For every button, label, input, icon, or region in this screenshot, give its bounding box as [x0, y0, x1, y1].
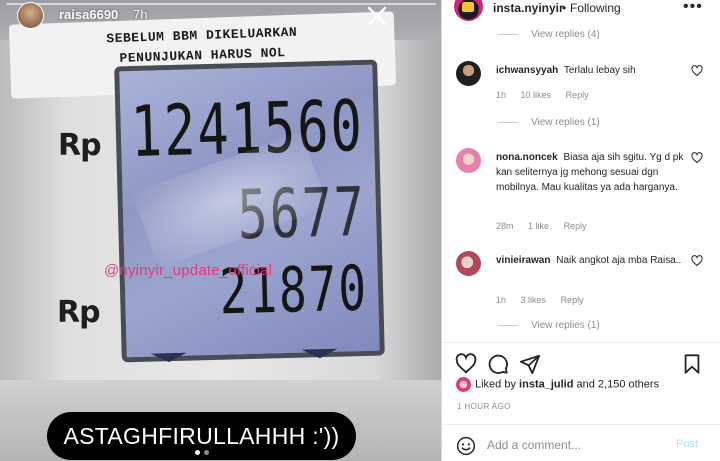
comment-reply-button[interactable]: Reply	[561, 295, 584, 305]
comment-reply-button[interactable]: Reply	[566, 90, 589, 100]
comment-time: 28m	[496, 221, 514, 231]
following-button[interactable]: Following	[570, 1, 621, 15]
post-author-avatar[interactable]	[454, 0, 483, 21]
comment-username[interactable]: vinieirawan	[496, 255, 550, 266]
post-timestamp: 1 HOUR AGO	[457, 402, 511, 411]
header-separator: •	[562, 1, 567, 15]
lcd-indicator-left	[150, 352, 187, 363]
comment-body: Naik angkot aja mba Raisa..	[556, 255, 682, 266]
close-icon[interactable]	[365, 4, 389, 28]
view-replies-button[interactable]: View replies (1)	[499, 117, 600, 128]
story-page-dot-active	[195, 450, 200, 455]
liked-by-summary: Liked by insta_julid and 2,150 others	[456, 377, 659, 392]
view-replies-button[interactable]: View replies (4)	[499, 29, 600, 40]
post-comment-button[interactable]: Post	[676, 438, 698, 450]
share-icon[interactable]	[519, 353, 541, 375]
heart-icon[interactable]	[691, 255, 703, 267]
heart-icon[interactable]	[691, 65, 703, 77]
rp-label-price: Rp	[58, 128, 102, 163]
rp-label-total: Rp	[57, 295, 101, 330]
liked-by-prefix: Liked by	[475, 378, 516, 391]
liked-by-suffix[interactable]: and 2,150 others	[577, 378, 660, 390]
comment-time: 1h	[496, 295, 507, 305]
comments-list[interactable]: View replies (4) ichwansyyah Terlalu leb…	[443, 24, 720, 342]
avatar-logo-icon	[462, 2, 474, 12]
comment-meta: 1h 3 likes Reply	[496, 295, 596, 305]
add-comment-bar: Post	[443, 424, 720, 461]
comment-likes[interactable]: 10 likes	[521, 90, 552, 100]
comment-text: nona.noncek Biasa aja sih sgitu. Yg d pk…	[496, 150, 684, 195]
comment-text: vinieirawan Naik angkot aja mba Raisa..	[496, 253, 684, 268]
comment-username[interactable]: nona.noncek	[496, 152, 558, 163]
post-side-pane: insta.nyinyir • Following ••• View repli…	[443, 0, 720, 461]
comment-icon[interactable]	[487, 353, 509, 375]
comment-text: ichwansyyah Terlalu lebay sih	[496, 63, 684, 78]
post-author-username[interactable]: insta.nyinyir	[493, 1, 564, 15]
post-header: insta.nyinyir • Following •••	[443, 0, 720, 24]
liker-username[interactable]: insta_julid	[519, 378, 573, 390]
reply-line-divider	[499, 324, 517, 326]
story-time: 7h	[133, 7, 148, 22]
commenter-avatar[interactable]	[456, 251, 481, 276]
reply-line-divider	[499, 121, 517, 123]
reply-line-divider	[499, 33, 517, 35]
lcd-indicator-right	[301, 348, 338, 359]
bookmark-icon[interactable]	[681, 353, 703, 375]
heart-icon[interactable]	[691, 152, 703, 164]
story-viewer[interactable]: SEBELUM BBM DIKELUARKAN PENUNJUKAN HARUS…	[0, 0, 442, 461]
post-actions-bar	[443, 342, 720, 375]
commenter-avatar[interactable]	[456, 148, 481, 173]
heart-icon[interactable]	[455, 353, 477, 375]
story-page-dot	[204, 450, 209, 455]
watermark-text: @nyinyir_update_official	[104, 262, 273, 279]
story-caption: ASTAGHFIRULLAHHH :'))	[47, 412, 356, 460]
comment-likes[interactable]: 1 like	[528, 221, 549, 231]
comment-username[interactable]: ichwansyyah	[496, 65, 558, 76]
story-username[interactable]: raisa6690	[59, 7, 118, 22]
comment-reply-button[interactable]: Reply	[564, 221, 587, 231]
comment-likes[interactable]: 3 likes	[521, 295, 547, 305]
comment-body: Terlalu lebay sih	[563, 65, 636, 76]
liker-avatar[interactable]	[456, 377, 471, 392]
comment-time: 1h	[496, 90, 507, 100]
commenter-avatar[interactable]	[456, 61, 481, 86]
comment-meta: 1h 10 likes Reply	[496, 90, 601, 100]
story-avatar[interactable]	[17, 2, 44, 29]
view-replies-button[interactable]: View replies (1)	[499, 320, 600, 331]
comment-meta: 28m 1 like Reply	[496, 221, 599, 231]
more-options-icon[interactable]: •••	[683, 0, 703, 16]
emoji-icon[interactable]	[456, 436, 476, 456]
comment-input[interactable]	[487, 434, 667, 456]
